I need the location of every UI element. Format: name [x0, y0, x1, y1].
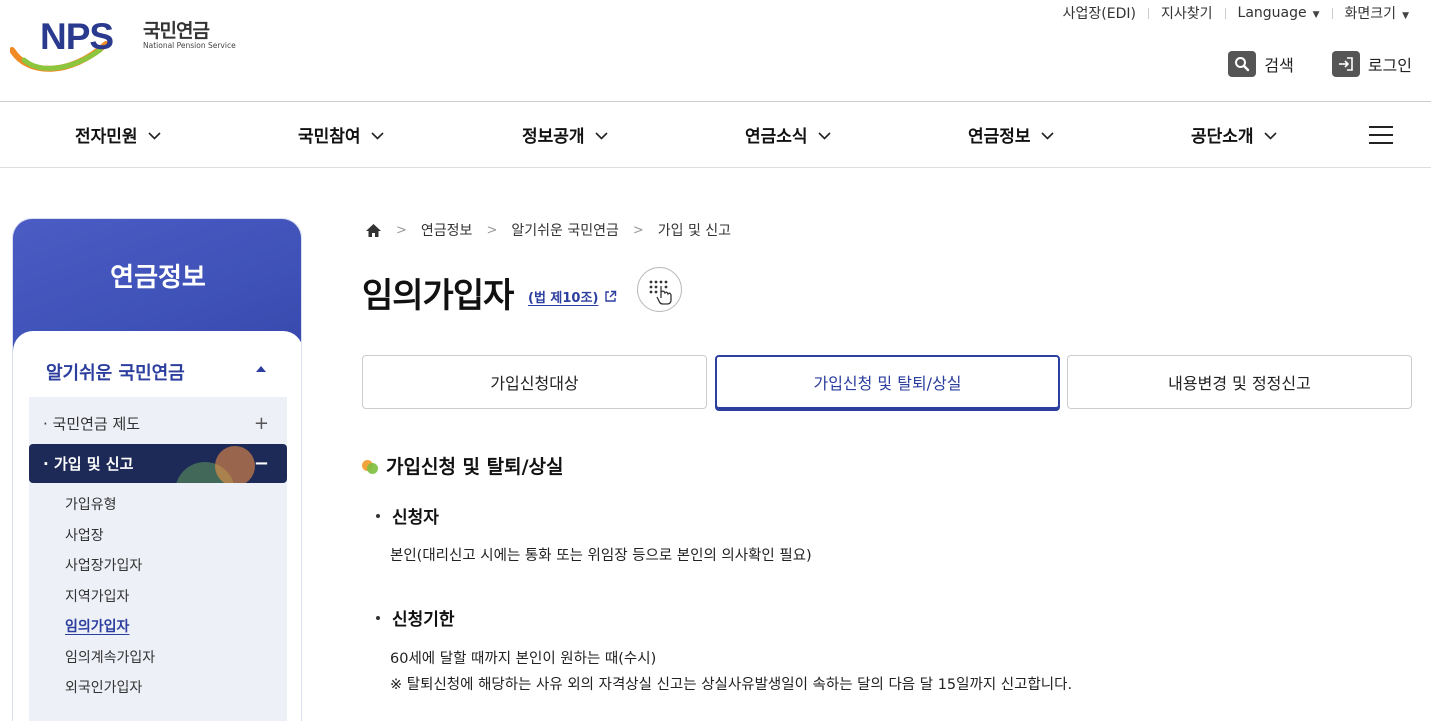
nps-logo[interactable]: NPS 국민연금 National Pension Service [10, 14, 250, 76]
gnb-item-about[interactable]: 공단소개 [1191, 122, 1277, 147]
minus-icon: − [253, 453, 269, 474]
deadline-note: ※ 탈퇴신청에 해당하는 사유 외의 자격상실 신고는 상실사유발생일이 속하는… [390, 677, 1073, 693]
gnb-item-disclosure[interactable]: 정보공개 [522, 122, 608, 147]
sidebar-list: · 국민연금 제도 + · 가입 및 신고 − 가입유형 사업장 사업장가입자 … [29, 397, 287, 721]
tab-enroll-target[interactable]: 가입신청대상 [362, 355, 707, 409]
screen-size-label: 화면크기 [1344, 6, 1397, 22]
bullet-dot-icon [362, 458, 378, 474]
gnb-label: 전자민원 [75, 127, 138, 147]
sidebar-item-enroll-report[interactable]: · 가입 및 신고 − [29, 444, 287, 483]
home-icon[interactable] [365, 223, 382, 238]
search-label: 검색 [1264, 56, 1294, 75]
sidebar-item-label: · 가입 및 신고 [43, 455, 134, 473]
law-reference-link[interactable]: (법 제10조) [528, 287, 617, 306]
chevron-down-icon [1263, 131, 1277, 140]
law-reference-label: (법 제10조) [528, 291, 599, 306]
caret-down-icon: ▼ [1402, 11, 1409, 21]
divider [1331, 7, 1333, 19]
gnb-label: 연금정보 [968, 127, 1031, 147]
sign-language-hand-icon [649, 280, 672, 305]
deadline-title: 신청기한 [376, 605, 455, 630]
deadline-title-text: 신청기한 [392, 610, 455, 630]
sidebar-subitem-regional-insured[interactable]: 지역가입자 [65, 586, 129, 606]
section-heading: 가입신청 및 탈퇴/상실 [362, 452, 564, 479]
breadcrumb-item[interactable]: 가입 및 신고 [658, 220, 731, 240]
divider [1148, 7, 1149, 19]
gnb-item-participation[interactable]: 국민참여 [298, 122, 384, 147]
tab-enroll-withdraw[interactable]: 가입신청 및 탈퇴/상실 [715, 355, 1060, 409]
gnb-label: 국민참여 [298, 127, 361, 147]
sidebar-subitem-voluntary-insured[interactable]: 임의가입자 [65, 616, 129, 636]
external-link-icon [605, 290, 617, 302]
main-navigation: 전자민원 국민참여 정보공개 연금소식 연금정보 공단소개 [0, 101, 1431, 168]
login-icon [1331, 51, 1360, 77]
login-button[interactable]: 로그인 [1331, 51, 1412, 77]
plus-icon: + [253, 413, 269, 434]
sidebar-subitem-workplace-insured[interactable]: 사업장가입자 [65, 555, 142, 575]
gnb-label: 연금소식 [745, 127, 808, 147]
applicant-text: 본인(대리신고 시에는 통화 또는 위임장 등으로 본인의 의사확인 필요) [390, 548, 812, 564]
sidebar-subitem-voluntary-continued[interactable]: 임의계속가입자 [65, 647, 155, 667]
divider [1224, 7, 1226, 19]
search-icon [1228, 51, 1257, 77]
gnb-label: 정보공개 [522, 127, 585, 147]
gnb-item-pension-info[interactable]: 연금정보 [968, 122, 1054, 147]
chevron-right-icon: > [396, 222, 407, 238]
sidebar-menu: 알기쉬운 국민연금 · 국민연금 제도 + · 가입 및 신고 − 가입유형 사… [13, 331, 301, 721]
sign-language-button[interactable] [637, 267, 682, 312]
chevron-down-icon [594, 131, 608, 140]
section-heading-text: 가입신청 및 탈퇴/상실 [386, 456, 564, 478]
site-header: NPS 국민연금 National Pension Service 사업장(ED… [0, 0, 1431, 101]
sidebar-item-pension-system[interactable]: · 국민연금 제도 + [29, 404, 287, 443]
breadcrumb-item[interactable]: 알기쉬운 국민연금 [511, 220, 619, 240]
logo-mark: NPS [40, 16, 114, 57]
chevron-down-icon [147, 131, 161, 140]
header-buttons: 검색 로그인 [1228, 51, 1412, 77]
logo-name-en: National Pension Service [143, 41, 236, 50]
deadline-text: 60세에 달할 때까지 본인이 원하는 때(수시) [390, 651, 657, 667]
page-title: 임의가입자 [362, 276, 514, 316]
hamburger-menu-icon[interactable] [1369, 126, 1393, 145]
sidebar-section-title[interactable]: 알기쉬운 국민연금 [46, 359, 185, 385]
applicant-title: 신청자 [376, 503, 439, 528]
chevron-down-icon [1040, 131, 1054, 140]
sidebar-subitem-foreigner-insured[interactable]: 외국인가입자 [65, 677, 142, 697]
breadcrumb: > 연금정보 > 알기쉬운 국민연금 > 가입 및 신고 [365, 220, 731, 240]
gnb-item-news[interactable]: 연금소식 [745, 122, 831, 147]
chevron-right-icon: > [486, 222, 498, 238]
caret-down-icon: ▼ [1312, 10, 1320, 20]
chevron-down-icon [370, 131, 384, 140]
sidebar-item-label: · 국민연금 제도 [43, 415, 141, 433]
search-button[interactable]: 검색 [1228, 51, 1294, 77]
tab-change-correction[interactable]: 내용변경 및 정정신고 [1067, 355, 1412, 409]
util-edi-link[interactable]: 사업장(EDI) [1063, 3, 1136, 23]
language-label: Language [1237, 5, 1307, 21]
chevron-down-icon [817, 131, 831, 140]
sidebar-title: 연금정보 [110, 263, 206, 293]
sidebar: 연금정보 알기쉬운 국민연금 · 국민연금 제도 + · 가입 및 신고 − 가… [12, 218, 302, 721]
chevron-right-icon: > [632, 222, 644, 238]
decorative-circle [215, 446, 255, 483]
utility-menu: 사업장(EDI) 지사찾기 Language ▼ 화면크기 ▼ [1063, 3, 1409, 23]
gnb-item-e-civil[interactable]: 전자민원 [75, 122, 161, 147]
sidebar-subitem-enroll-type[interactable]: 가입유형 [65, 494, 117, 514]
caret-up-icon[interactable] [256, 366, 266, 372]
util-screen-size-select[interactable]: 화면크기 ▼ [1345, 3, 1409, 23]
gnb-label: 공단소개 [1191, 127, 1254, 147]
util-language-select[interactable]: Language ▼ [1238, 5, 1320, 21]
applicant-title-text: 신청자 [392, 508, 439, 528]
util-branch-link[interactable]: 지사찾기 [1161, 3, 1213, 23]
breadcrumb-item[interactable]: 연금정보 [421, 220, 473, 240]
logo-name-ko: 국민연금 [143, 20, 210, 42]
sidebar-subitem-workplace[interactable]: 사업장 [65, 525, 104, 545]
login-label: 로그인 [1367, 56, 1412, 75]
